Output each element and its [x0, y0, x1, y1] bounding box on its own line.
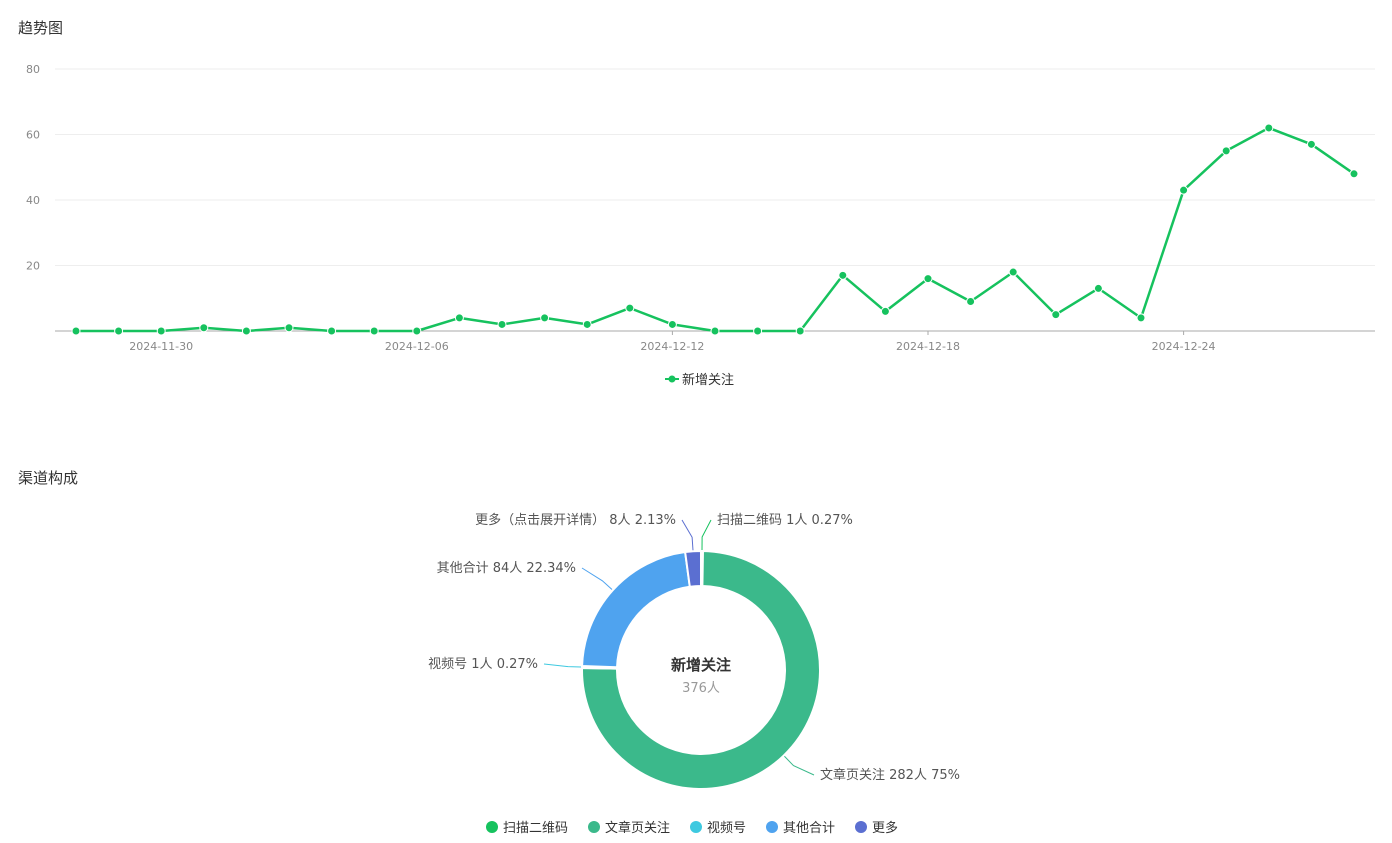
slice-label: 更多（点击展开详情） 8人 2.13%: [475, 512, 676, 528]
data-point: [582, 319, 592, 329]
data-point: [923, 274, 933, 284]
data-point: [1051, 310, 1061, 320]
data-point: [710, 326, 720, 336]
series-line-new-follow: [76, 126, 1355, 333]
slice-leader-line: [543, 663, 582, 668]
legend-label: 更多: [872, 820, 898, 836]
donut-center-title: 新增关注: [671, 656, 731, 674]
slice-leader-line: [784, 755, 815, 776]
x-tick-label: 2024-11-30: [129, 340, 193, 353]
data-point: [497, 319, 507, 329]
data-point: [1306, 139, 1316, 149]
slice-label: 文章页关注 282人 75%: [820, 767, 960, 783]
data-point: [1179, 185, 1189, 195]
data-point: [1093, 283, 1103, 293]
data-point: [241, 326, 251, 336]
legend-label: 新增关注: [682, 372, 734, 388]
data-point: [71, 326, 81, 336]
data-point: [880, 306, 890, 316]
donut-center-total: 376人: [682, 681, 720, 696]
data-point: [199, 323, 209, 333]
x-tick-label: 2024-12-06: [385, 340, 449, 353]
donut-slice: [581, 550, 691, 669]
data-point: [369, 326, 379, 336]
slice-leader-line: [681, 519, 694, 551]
channel-donut-chart: 新增关注 376人 扫描二维码 1人 0.27% 文章页关注 282人 75% 视频…: [428, 512, 960, 836]
y-tick-label: 60: [26, 129, 40, 142]
slice-leader-line: [701, 519, 712, 551]
data-point: [284, 323, 294, 333]
data-point: [327, 326, 337, 336]
slice-label: 其他合计 84人 22.34%: [437, 561, 576, 576]
legend-symbol: [486, 821, 498, 833]
legend-symbol: [855, 821, 867, 833]
data-point: [667, 319, 677, 329]
x-tick-label: 2024-12-12: [640, 340, 704, 353]
y-tick-label: 40: [26, 194, 40, 207]
legend-label: 视频号: [707, 821, 746, 836]
legend-symbol: [588, 821, 600, 833]
data-point: [1264, 123, 1274, 133]
x-tick-label: 2024-12-18: [896, 340, 960, 353]
data-point: [156, 326, 166, 336]
data-point: [966, 297, 976, 307]
x-tick-label: 2024-12-24: [1152, 340, 1216, 353]
data-point: [114, 326, 124, 336]
data-point: [753, 326, 763, 336]
data-point: [838, 270, 848, 280]
data-point: [1008, 267, 1018, 277]
legend-label: 其他合计: [783, 821, 835, 836]
slice-label: 视频号 1人 0.27%: [428, 657, 538, 672]
data-point: [1349, 169, 1359, 179]
data-point: [1221, 146, 1231, 156]
slice-label: 扫描二维码 1人 0.27%: [717, 513, 853, 528]
data-point: [1136, 313, 1146, 323]
data-point: [795, 326, 805, 336]
y-tick-label: 20: [26, 260, 40, 273]
charts-canvas: 20 40 60 80 2024-11-30 2024-12-06 2024-12-12 20…: [26, 63, 1375, 836]
data-point: [454, 313, 464, 323]
legend-label: 文章页关注: [605, 820, 670, 836]
legend-label: 扫描二维码: [503, 821, 568, 836]
slice-leader-line: [581, 567, 613, 590]
legend-symbol: [690, 821, 702, 833]
trend-line-chart: 20 40 60 80 2024-11-30 2024-12-06 2024-12-12 20…: [26, 63, 1375, 388]
legend-point-symbol: [668, 375, 676, 383]
legend-symbol: [766, 821, 778, 833]
data-point: [625, 303, 635, 313]
data-point: [540, 313, 550, 323]
data-point: [412, 326, 422, 336]
y-tick-label: 80: [26, 63, 40, 76]
